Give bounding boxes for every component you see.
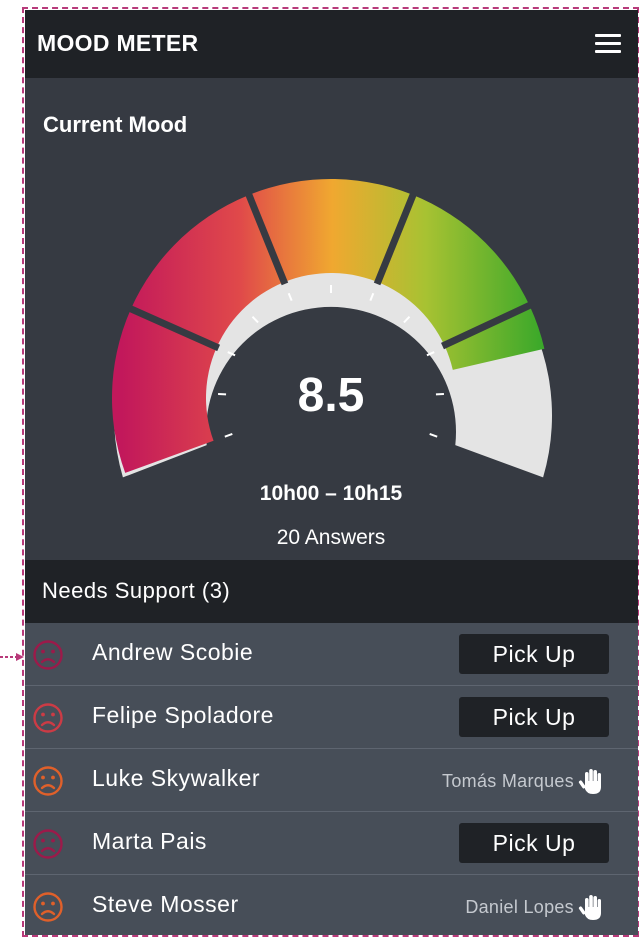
person-name: Marta Pais — [92, 828, 207, 854]
mood-meter-app: MOOD METER Current Mood 8.5 10h00 – 10h1… — [25, 10, 638, 935]
list-item: Steve Mosser Daniel Lopes — [25, 875, 638, 935]
gauge-tick — [429, 432, 438, 438]
assignee-name: Tomás Marques — [442, 771, 574, 791]
list-item: Marta Pais Pick Up — [25, 812, 638, 875]
gauge-tick — [224, 432, 233, 438]
hand-icon[interactable] — [578, 892, 606, 922]
assignee-name: Daniel Lopes — [465, 897, 574, 917]
person-name: Steve Mosser — [92, 891, 239, 917]
list-item: Andrew Scobie Pick Up — [25, 623, 638, 686]
sad-face-icon — [33, 703, 63, 733]
needs-support-title: Needs Support (3) — [42, 578, 231, 603]
hamburger-menu-icon[interactable] — [595, 34, 621, 54]
sad-face-icon — [33, 766, 63, 796]
app-title: MOOD METER — [37, 30, 199, 56]
mood-value: 8.5 — [297, 369, 365, 422]
person-name: Luke Skywalker — [92, 765, 261, 791]
time-range: 10h00 – 10h15 — [259, 482, 403, 505]
answers-count: 20 Answers — [276, 526, 386, 549]
pick-up-button[interactable]: Pick Up — [459, 823, 609, 863]
needs-support-header: Needs Support (3) — [25, 560, 638, 623]
arrow-right-icon — [0, 653, 24, 661]
sad-face-icon — [33, 640, 63, 670]
hand-icon[interactable] — [578, 766, 606, 796]
list-item: Luke Skywalker Tomás Marques — [25, 749, 638, 812]
pick-up-button[interactable]: Pick Up — [459, 634, 609, 674]
sad-face-icon — [33, 892, 63, 922]
current-mood-panel: Current Mood 8.5 10h00 – 10h15 20 Answer… — [25, 78, 638, 560]
pick-up-button[interactable]: Pick Up — [459, 697, 609, 737]
needs-support-list: Andrew Scobie Pick Up Felipe Spoladore P… — [25, 623, 638, 935]
sad-face-icon — [33, 829, 63, 859]
top-bar: MOOD METER — [25, 10, 638, 78]
list-item: Felipe Spoladore Pick Up — [25, 686, 638, 749]
person-name: Felipe Spoladore — [92, 702, 274, 728]
person-name: Andrew Scobie — [92, 639, 254, 665]
